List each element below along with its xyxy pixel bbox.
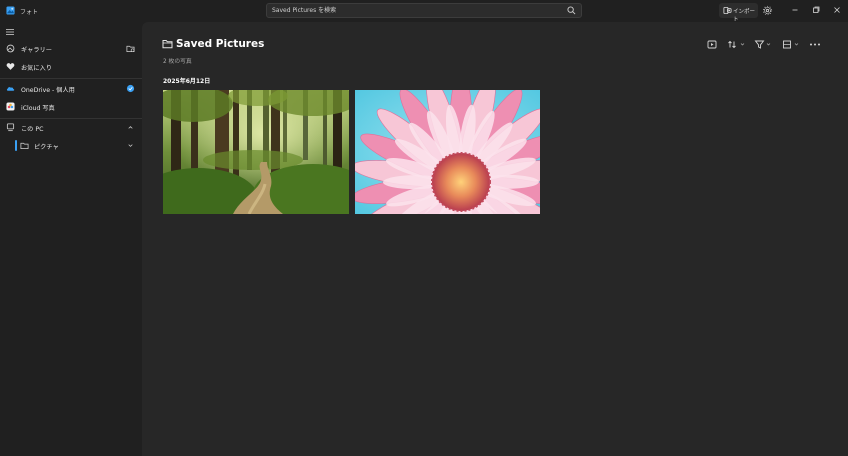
sidebar-item-icloud[interactable]: iCloud 写真: [0, 98, 142, 115]
date-heading: 2025年6月12日: [163, 78, 211, 85]
sidebar-item-gallery[interactable]: ギャラリー: [0, 40, 142, 57]
sidebar-item-onedrive[interactable]: OneDrive - 個人用: [0, 80, 142, 97]
sidebar-item-label: ピクチャ: [34, 144, 59, 151]
title-bar: フォト インポート: [0, 0, 848, 23]
pc-icon: [6, 123, 15, 132]
heart-icon: [6, 63, 15, 70]
gallery-icon: [6, 44, 15, 53]
photos-app-icon: [6, 6, 15, 15]
sidebar-item-label: iCloud 写真: [21, 105, 55, 112]
sidebar-item-this-pc[interactable]: この PC: [0, 119, 142, 136]
chevron-down-icon[interactable]: [126, 141, 135, 150]
sidebar-item-favorites[interactable]: お気に入り: [0, 58, 142, 75]
search-icon[interactable]: [567, 6, 576, 15]
search-box[interactable]: [266, 3, 582, 18]
sidebar-item-label: OneDrive - 個人用: [21, 87, 75, 94]
selection-indicator: [15, 140, 17, 151]
sidebar-item-label: この PC: [21, 126, 44, 133]
onedrive-cloud-icon: [6, 87, 15, 91]
sidebar-item-label: お気に入り: [21, 65, 52, 72]
forest-path-photo[interactable]: [163, 90, 349, 214]
sidebar-item-pictures[interactable]: ピクチャ: [0, 137, 142, 154]
minimize-button[interactable]: [788, 4, 802, 16]
photo-count: 2 枚の写真: [163, 59, 192, 65]
sidebar-item-label: ギャラリー: [21, 47, 52, 54]
import-label: インポート: [733, 9, 756, 23]
page-title: Saved Pictures: [176, 38, 265, 50]
gear-icon[interactable]: [762, 5, 773, 16]
chevron-up-icon[interactable]: [126, 123, 135, 132]
filter-icon[interactable]: [754, 39, 774, 50]
import-icon: [723, 6, 732, 15]
icloud-photos-icon: [6, 102, 15, 111]
close-button[interactable]: [830, 4, 844, 16]
add-folder-icon[interactable]: [126, 44, 135, 53]
hamburger-menu-icon[interactable]: [5, 27, 15, 37]
folder-icon: [162, 40, 173, 49]
sort-icon[interactable]: [727, 39, 747, 50]
more-options-icon[interactable]: [809, 39, 821, 50]
pink-flower-photo[interactable]: [355, 90, 540, 214]
main-content: Saved Pictures 2 枚の写真 2025年6月12日: [142, 22, 848, 456]
slideshow-icon[interactable]: [707, 39, 717, 50]
app-title: フォト: [20, 9, 39, 16]
sync-status-icon: [126, 84, 135, 93]
sidebar: ギャラリー お気に入り OneDrive - 個人用 iCloud 写真 この …: [0, 22, 142, 456]
restore-button[interactable]: [809, 4, 823, 16]
sidebar-divider: [0, 78, 142, 79]
import-button[interactable]: インポート: [719, 3, 758, 23]
search-input[interactable]: [267, 4, 562, 17]
view-size-icon[interactable]: [782, 39, 802, 50]
folder-icon: [20, 142, 29, 150]
